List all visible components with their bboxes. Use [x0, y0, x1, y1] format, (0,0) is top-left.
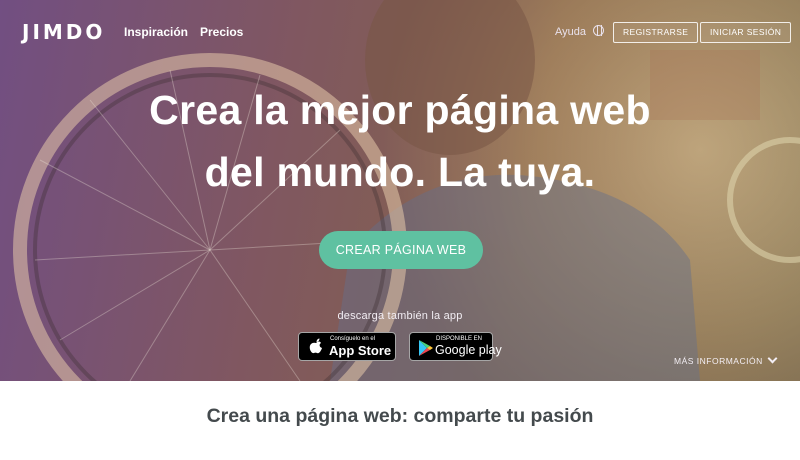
app-store-badge[interactable]: Consíguelo en el App Store — [298, 332, 396, 361]
google-play-badge[interactable]: DISPONIBLE EN Google play — [409, 332, 502, 361]
section-title: Crea una página web: comparte tu pasión — [206, 405, 594, 427]
hero-section: JIMDO Inspiración Precios Ayuda REGISTRA… — [0, 0, 800, 381]
hero-headline-line1: Crea la mejor página web — [149, 87, 651, 133]
more-info-link[interactable]: MÁS INFORMACIÓN — [674, 356, 763, 366]
help-link[interactable]: Ayuda — [555, 26, 586, 38]
jimdo-logo[interactable]: JIMDO — [22, 20, 105, 44]
register-button[interactable]: REGISTRARSE — [613, 22, 699, 43]
google-play-icon — [419, 340, 433, 356]
google-play-small-text: DISPONIBLE EN — [436, 336, 483, 342]
globe-icon[interactable] — [593, 25, 604, 36]
hero-headline-line2: del mundo. La tuya. — [204, 149, 596, 195]
app-download-note: descarga también la app — [337, 310, 463, 322]
google-play-big-text: Google play — [435, 343, 502, 357]
apple-icon — [309, 338, 322, 354]
top-navigation: JIMDO Inspiración Precios Ayuda REGISTRA… — [0, 0, 800, 64]
nav-link-precios[interactable]: Precios — [200, 25, 243, 39]
create-website-button[interactable]: CREAR PÁGINA WEB — [319, 231, 483, 269]
app-store-small-text: Consíguelo en el — [330, 336, 376, 342]
nav-link-inspiracion[interactable]: Inspiración — [124, 25, 188, 39]
login-button[interactable]: INICIAR SESIÓN — [700, 22, 792, 43]
app-store-big-text: App Store — [329, 343, 392, 358]
